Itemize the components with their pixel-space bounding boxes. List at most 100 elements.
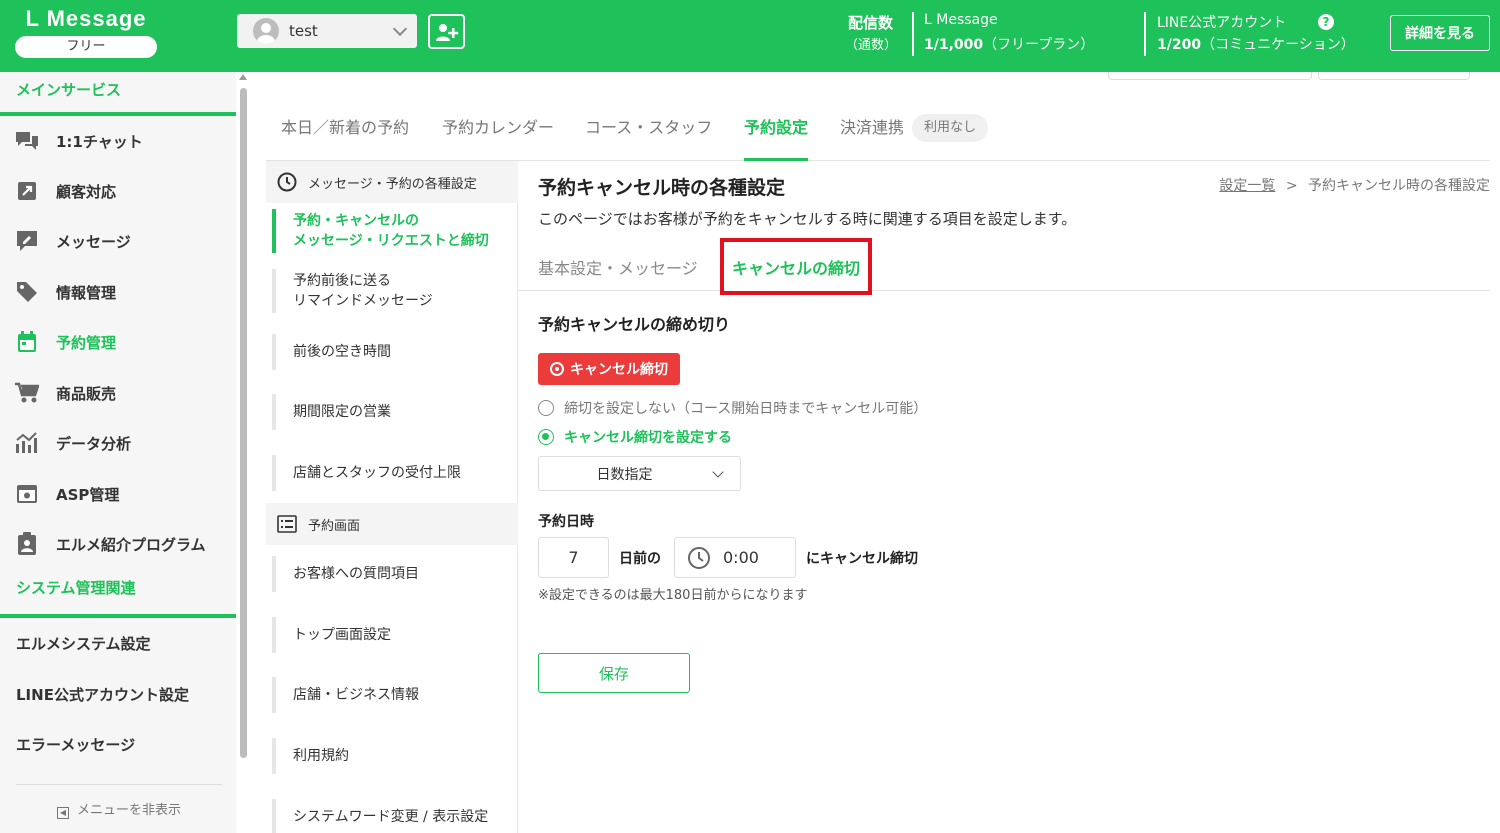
radio-label: キャンセル締切を設定する: [564, 430, 732, 446]
chat-icon: [14, 128, 40, 154]
clock-icon: [276, 171, 298, 193]
main-content: 予約キャンセル時の各種設定 設定一覧 > 予約キャンセル時の各種設定 このページ…: [518, 161, 1490, 833]
sidebar-item-label: 予約管理: [56, 333, 117, 352]
sidebar-item-referral[interactable]: エルメ紹介プログラム: [0, 519, 236, 569]
hide-menu-label: メニューを非表示: [76, 803, 181, 818]
logo-text: L Message: [25, 6, 147, 31]
cancel-deadline-tag: キャンセル締切: [538, 353, 680, 385]
time-input[interactable]: 0:00: [674, 537, 796, 578]
divider: [912, 12, 914, 56]
sidebar-item-label: 顧客対応: [56, 182, 117, 201]
sidebar-item-label: 情報管理: [56, 283, 117, 302]
radio-set-deadline[interactable]: キャンセル締切を設定する: [538, 427, 732, 447]
subnav-item-label: リマインドメッセージ: [293, 293, 433, 309]
list-icon: [276, 513, 298, 535]
lmessage-usage: 1/1,000（フリープラン）: [924, 37, 1095, 53]
subtab-basic[interactable]: 基本設定・メッセージ: [538, 255, 698, 279]
sent-count-label: 配信数: [848, 14, 894, 32]
subtabs-divider: [518, 290, 1490, 291]
page-description: このページではお客様が予約をキャンセルする時に関連する項目を設定します。: [538, 210, 1077, 228]
clipboard-user-icon: [14, 531, 40, 557]
account-select[interactable]: test: [237, 14, 417, 48]
top-control[interactable]: [1108, 72, 1312, 80]
days-suffix: 日前の: [619, 551, 661, 567]
scroll-up-icon[interactable]: [239, 74, 247, 80]
subnav-heading-settings: メッセージ・予約の各種設定: [266, 161, 518, 203]
subnav-item-capacity[interactable]: 店舗とスタッフの受付上限: [272, 455, 512, 491]
time-suffix: にキャンセル締切: [806, 551, 918, 567]
chevron-down-icon: [392, 21, 408, 37]
sidebar-item-customer[interactable]: 顧客対応: [0, 166, 236, 216]
sidebar-item-system-settings[interactable]: エルメシステム設定: [0, 618, 236, 668]
sidebar-item-error-messages[interactable]: エラーメッセージ: [0, 719, 236, 769]
subnav-item-remind[interactable]: 予約前後に送る リマインドメッセージ: [272, 269, 512, 313]
account-name: test: [289, 22, 318, 40]
add-user-icon: [435, 23, 458, 41]
subnav-item-terms[interactable]: 利用規約: [272, 738, 512, 774]
subnav-heading-label: 予約画面: [308, 518, 361, 534]
lmessage-usage-label: L Message: [924, 12, 998, 28]
save-button[interactable]: 保存: [538, 653, 690, 693]
tag-label: キャンセル締切: [570, 362, 668, 378]
subnav-item-limited-period[interactable]: 期間限定の営業: [272, 394, 512, 430]
breadcrumb-link-settings[interactable]: 設定一覧: [1219, 178, 1275, 194]
radio-label: 締切を設定しない（コース開始日時までキャンセル可能）: [564, 401, 928, 417]
radio-button[interactable]: [538, 400, 554, 416]
sidebar-section-main: メインサービス: [0, 72, 236, 116]
chart-icon: [14, 430, 40, 456]
breadcrumb-separator: >: [1285, 178, 1298, 194]
subnav-item-label: 予約前後に送る: [293, 273, 391, 289]
sidebar-item-line-settings[interactable]: LINE公式アカウント設定: [0, 669, 236, 719]
detail-button[interactable]: 詳細を見る: [1390, 15, 1490, 51]
tab-calendar[interactable]: 予約カレンダー: [442, 108, 554, 161]
sidebar-item-message[interactable]: メッセージ: [0, 216, 236, 266]
hide-menu-button[interactable]: ◀ メニューを非表示: [16, 784, 222, 819]
sidebar-item-analytics[interactable]: データ分析: [0, 418, 236, 468]
clock-icon: [688, 546, 710, 569]
radio-no-deadline[interactable]: 締切を設定しない（コース開始日時までキャンセル可能）: [538, 398, 927, 418]
subnav-item-business-info[interactable]: 店舗・ビジネス情報: [272, 677, 512, 713]
collapse-icon: ◀: [56, 807, 69, 819]
line-usage-label: LINE公式アカウント: [1157, 15, 1287, 31]
divider: [1144, 12, 1146, 56]
time-value: 0:00: [723, 548, 759, 567]
sidebar-item-info[interactable]: 情報管理: [0, 267, 236, 317]
sidebar-item-label: エルメ紹介プログラム: [56, 535, 206, 554]
breadcrumb-current: 予約キャンセル時の各種設定: [1308, 178, 1490, 194]
tab-payment[interactable]: 決済連携: [840, 108, 904, 161]
logo[interactable]: L Message フリー: [15, 6, 157, 58]
subnav-item-label: 予約・キャンセルの: [293, 213, 419, 229]
sent-count-sublabel: （通数）: [845, 38, 898, 53]
add-user-button[interactable]: [428, 14, 465, 49]
sidebar-section-system: システム管理関連: [0, 570, 236, 614]
sidebar-item-sales[interactable]: 商品販売: [0, 368, 236, 418]
deadline-type-select[interactable]: 日数指定: [538, 456, 741, 491]
sidebar-item-label: 商品販売: [56, 384, 117, 403]
subnav-item-questions[interactable]: お客様への質問項目: [272, 556, 512, 592]
subnav-item-system-words[interactable]: システムワード変更 / 表示設定: [272, 799, 512, 833]
avatar: [253, 18, 279, 44]
sidebar-item-asp[interactable]: ASP管理: [0, 469, 236, 519]
tab-reservation-settings[interactable]: 予約設定: [744, 108, 809, 161]
sidebar-item-chat[interactable]: 1:1チャット: [0, 116, 236, 166]
select-value: 日数指定: [596, 466, 653, 483]
section-title: 予約キャンセルの締め切り: [538, 315, 731, 334]
scrollbar-thumb[interactable]: [240, 88, 247, 758]
sidebar-item-label: データ分析: [56, 434, 132, 453]
radio-button[interactable]: [538, 429, 554, 445]
subnav-item-cancel-messages[interactable]: 予約・キャンセルの メッセージ・リクエストと締切: [272, 209, 512, 253]
subtab-cancel-deadline[interactable]: キャンセルの締切: [720, 238, 872, 295]
subnav-heading-screen: 予約画面: [266, 503, 518, 545]
days-input[interactable]: 7: [538, 537, 609, 578]
sidebar-item-reservation[interactable]: 予約管理: [0, 317, 236, 367]
top-control[interactable]: [1318, 72, 1470, 80]
main-tabs: 本日／新着の予約 予約カレンダー コース・スタッフ 予約設定 決済連携 利用なし: [266, 108, 1490, 161]
tab-course-staff[interactable]: コース・スタッフ: [585, 108, 712, 161]
subnav-item-top-screen[interactable]: トップ画面設定: [272, 617, 512, 653]
settings-subnav: メッセージ・予約の各種設定 予約・キャンセルの メッセージ・リクエストと締切 予…: [266, 161, 518, 833]
help-icon[interactable]: ?: [1318, 14, 1334, 30]
tab-today[interactable]: 本日／新着の予約: [281, 108, 409, 161]
sidebar-item-label: ASP管理: [56, 485, 120, 504]
subnav-item-buffer-time[interactable]: 前後の空き時間: [272, 334, 512, 370]
note-text: ※設定できるのは最大180日前からになります: [538, 588, 808, 603]
